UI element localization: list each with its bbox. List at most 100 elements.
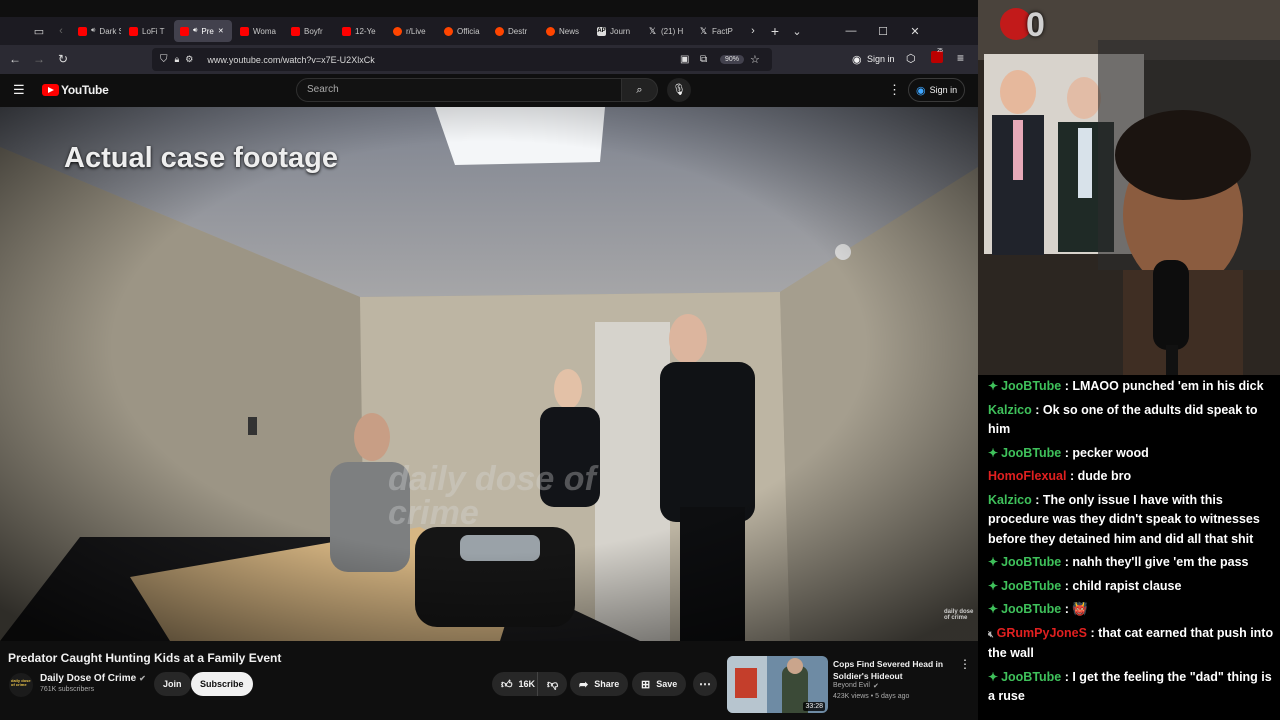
channel-name[interactable]: Daily Dose Of Crime ✔ xyxy=(40,673,146,684)
shield-icon[interactable]: ⛉ xyxy=(160,54,168,65)
browser-tab[interactable]: r/Live xyxy=(387,20,436,42)
browser-tab[interactable]: LoFi T xyxy=(123,20,172,42)
chat-username[interactable]: JooBTube xyxy=(1001,579,1061,593)
new-tab-icon[interactable]: + xyxy=(764,20,786,42)
channel-name-label: Daily Dose Of Crime xyxy=(40,673,137,684)
browser-tab[interactable]: Officia xyxy=(438,20,487,42)
recommended-video[interactable]: 33:28 Cops Find Severed Head in Soldier'… xyxy=(727,656,977,716)
speaker-icon[interactable]: 🔊︎ xyxy=(193,27,197,35)
browser-tab[interactable]: Woma xyxy=(234,20,283,42)
maximize-icon[interactable]: ☐ xyxy=(872,20,894,42)
browser-window: ▭ ‹ 🔊︎ Dark S LoFi T 🔊︎ Pre ✕ Woma Boyfr 12-Ye r/… xyxy=(0,0,978,720)
chat-username[interactable]: JooBTube xyxy=(1001,379,1061,393)
chat-username[interactable]: JooBTube xyxy=(1001,555,1061,569)
url-text[interactable]: www.youtube.com/watch?v=x7E-U2XlxCk xyxy=(207,55,374,65)
tab-label: Dark S xyxy=(99,26,121,36)
overlay-caption: Actual case footage xyxy=(64,142,338,174)
browser-tab[interactable]: 🔊︎ Dark S xyxy=(72,20,121,42)
tab-label: Woma xyxy=(253,26,276,36)
account-circle-icon: ◉ xyxy=(916,84,926,97)
browser-tab[interactable]: Destr xyxy=(489,20,538,42)
tab-overview-icon[interactable]: ▭ xyxy=(28,20,50,42)
chat-separator: : xyxy=(1061,445,1073,460)
channel-avatar[interactable]: daily dose of crime xyxy=(9,673,33,697)
search-icon[interactable]: ⌕ xyxy=(622,78,658,102)
more-actions-button[interactable]: ⋯ xyxy=(693,672,717,696)
tab-label: FactP xyxy=(712,26,733,36)
permissions-icon[interactable]: ⚙ xyxy=(185,54,193,65)
recommended-channel-name: Beyond Evil xyxy=(833,682,870,689)
bookmark-star-icon[interactable]: ☆ xyxy=(750,53,760,66)
chat-message: ✦ JooBTube : child rapist clause xyxy=(988,577,1274,597)
ublock-icon[interactable]: 25 xyxy=(931,48,943,63)
address-bar[interactable]: ⛉ 🔒︎ ⚙ www.youtube.com/watch?v=x7E-U2Xlx… xyxy=(152,48,772,71)
tab-label: Destr xyxy=(508,26,528,36)
ap-favicon-icon: AP xyxy=(597,26,606,36)
account-icon[interactable]: ◉ xyxy=(852,53,862,66)
recommended-menu-icon[interactable]: ⋮ xyxy=(959,657,971,671)
browser-tab[interactable]: 𝕏 FactP xyxy=(693,20,742,42)
browser-tab[interactable]: Boyfr xyxy=(285,20,334,42)
chat-text: pecker wood xyxy=(1072,445,1149,460)
chat-username[interactable]: HomoFlexual xyxy=(988,469,1067,483)
chat-username[interactable]: JooBTube xyxy=(1001,446,1061,460)
thumbs-down-icon: 👎︎ xyxy=(547,678,559,691)
recommended-title[interactable]: Cops Find Severed Head in Soldier's Hide… xyxy=(833,658,953,682)
x-favicon-icon: 𝕏 xyxy=(648,25,657,36)
webcam-scene xyxy=(978,0,1280,375)
save-button[interactable]: ⊞ Save xyxy=(632,672,687,696)
forward-icon[interactable]: → xyxy=(27,47,51,71)
close-tab-icon[interactable]: ✕ xyxy=(218,27,224,35)
share-button[interactable]: ➦ Share xyxy=(570,672,629,696)
chat-username[interactable]: JooBTube xyxy=(1001,602,1061,616)
minimize-icon[interactable]: — xyxy=(840,20,862,42)
picture-in-picture-icon[interactable]: ⧉ xyxy=(700,54,707,65)
tab-scroll-left-icon[interactable]: ‹ xyxy=(50,20,72,42)
subscribe-button[interactable]: Subscribe xyxy=(191,672,253,696)
search-input[interactable]: Search xyxy=(296,78,622,102)
chat-message: Kalzico : Ok so one of the adults did sp… xyxy=(988,401,1274,440)
more-options-icon[interactable]: ⋮ xyxy=(888,82,901,98)
menu-icon[interactable]: ≡ xyxy=(957,51,964,65)
subscriber-count: 761K subscribers xyxy=(40,686,95,693)
extensions-icon[interactable]: ⬡ xyxy=(906,52,916,65)
back-icon[interactable]: ← xyxy=(3,47,27,71)
browser-tab[interactable]: 12-Ye xyxy=(336,20,385,42)
browser-tab[interactable]: 🔊︎ Pre ✕ xyxy=(174,20,232,42)
browser-tab[interactable]: AP Journ xyxy=(591,20,640,42)
speaker-icon[interactable]: 🔊︎ xyxy=(91,27,95,35)
reader-view-icon[interactable]: ▣ xyxy=(680,54,689,65)
counter-display: 0 xyxy=(1026,6,1045,44)
youtube-logo-icon[interactable] xyxy=(42,84,59,96)
chat-username[interactable]: Kalzico xyxy=(988,493,1032,507)
youtube-logo-text[interactable]: YouTube xyxy=(61,83,109,97)
guide-menu-icon[interactable]: ☰ xyxy=(13,82,25,98)
list-all-tabs-icon[interactable]: ⌄ xyxy=(786,20,808,42)
chat-username[interactable]: JooBTube xyxy=(1001,670,1061,684)
chat-message: ✦ JooBTube : LMAOO punched 'em in his dic… xyxy=(988,377,1274,397)
webcam-feed: 0 xyxy=(978,0,1280,375)
tab-label: (21) H xyxy=(661,26,684,36)
browser-sign-in[interactable]: Sign in xyxy=(867,54,895,64)
join-button[interactable]: Join xyxy=(154,672,191,696)
recommended-channel: Beyond Evil ✔ xyxy=(833,682,879,690)
chat-badge-icon: ✦ xyxy=(988,379,999,393)
reload-icon[interactable]: ↻ xyxy=(51,47,75,71)
video-player[interactable]: Actual case footage daily dose of crime … xyxy=(0,107,978,641)
browser-tab[interactable]: News xyxy=(540,20,589,42)
recommended-thumbnail[interactable]: 33:28 xyxy=(727,656,828,713)
chat-username[interactable]: Kalzico xyxy=(988,403,1032,417)
dislike-button[interactable]: 👎︎ xyxy=(537,672,568,696)
tab-scroll-right-icon[interactable]: › xyxy=(742,20,764,42)
chat-username[interactable]: GRumPyJoneS xyxy=(997,626,1087,640)
close-window-icon[interactable]: ✕ xyxy=(904,20,926,42)
browser-tab[interactable]: 𝕏 (21) H xyxy=(642,20,691,42)
zoom-level[interactable]: 90% xyxy=(720,55,745,64)
yt-sign-in-button[interactable]: ◉ Sign in xyxy=(908,78,966,102)
chat-separator: : xyxy=(1061,669,1073,684)
voice-search-icon[interactable]: 🎙︎ xyxy=(667,78,691,102)
save-label: Save xyxy=(656,679,678,689)
verified-icon: ✔ xyxy=(872,683,879,690)
reddit-favicon-icon xyxy=(546,26,555,36)
lock-icon[interactable]: 🔒︎ xyxy=(175,54,180,65)
